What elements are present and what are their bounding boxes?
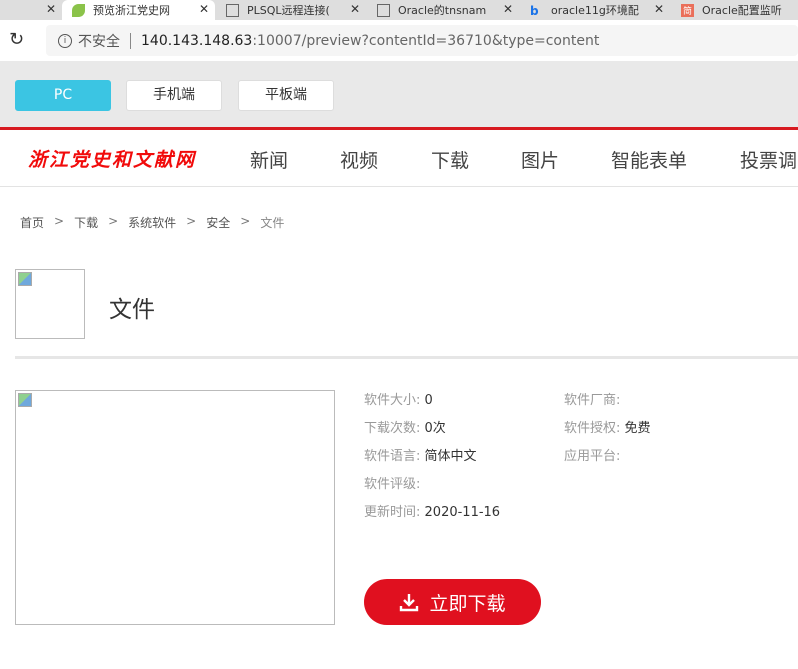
label: 应用平台: xyxy=(564,449,621,464)
close-icon[interactable]: ✕ xyxy=(46,2,56,16)
divider xyxy=(130,32,131,49)
close-icon[interactable]: ✕ xyxy=(199,2,209,16)
site-logo[interactable]: 浙江党史和文献网 xyxy=(28,145,196,172)
site-nav: 浙江党史和文献网 新闻 视频 下载 图片 智能表单 投票调 xyxy=(0,130,798,187)
label: 下载次数: xyxy=(364,421,421,436)
tab-oracle11g[interactable]: b oracle11g环境配 ✕ xyxy=(520,0,670,20)
file-icon-image xyxy=(15,269,85,339)
close-icon[interactable]: ✕ xyxy=(349,2,360,16)
url-host: 140.143.148.63 xyxy=(141,32,253,49)
breadcrumb-separator: > xyxy=(108,214,119,228)
tab-bar: ✕ 预览浙江党史网 ✕ PLSQL远程连接( ✕ Oracle的tnsnam ✕ bo… xyxy=(0,0,798,20)
device-tablet-button[interactable]: 平板端 xyxy=(238,80,334,111)
nav-vote[interactable]: 投票调 xyxy=(740,146,797,173)
label: 软件评级: xyxy=(364,477,421,492)
detail-size: 软件大小: 0 xyxy=(364,389,433,408)
breadcrumb-home[interactable]: 首页 xyxy=(20,214,44,231)
device-mobile-button[interactable]: 手机端 xyxy=(126,80,222,111)
breadcrumb-system-software[interactable]: 系统软件 xyxy=(128,214,176,231)
broken-image-icon xyxy=(18,393,32,407)
download-label: 立即下载 xyxy=(429,592,506,615)
detail-platform: 应用平台: xyxy=(564,445,620,464)
nav-images[interactable]: 图片 xyxy=(521,146,559,173)
url-path: :10007/preview?contentId=36710&type=cont… xyxy=(252,32,600,49)
page-title: 文件 xyxy=(109,297,155,323)
tab-title: PLSQL远程连接( xyxy=(247,4,330,17)
value: 简体中文 xyxy=(424,449,477,464)
detail-downloads: 下载次数: 0次 xyxy=(364,417,446,436)
tab-active[interactable]: 预览浙江党史网 ✕ xyxy=(62,0,215,20)
breadcrumb: 首页 > 下载 > 系统软件 > 安全 > 文件 xyxy=(20,214,294,231)
page-icon xyxy=(226,3,239,17)
value: 0次 xyxy=(424,421,446,436)
info-icon[interactable]: i xyxy=(58,33,72,48)
value: 免费 xyxy=(624,421,651,436)
tab-prev[interactable]: ✕ xyxy=(0,0,62,20)
tab-plsql[interactable]: PLSQL远程连接( ✕ xyxy=(216,0,366,20)
breadcrumb-download[interactable]: 下载 xyxy=(74,214,98,231)
label: 软件厂商: xyxy=(564,393,621,408)
jianshu-icon: 简 xyxy=(681,3,694,17)
tab-title: Oracle配置监听 xyxy=(702,4,782,17)
nav-news[interactable]: 新闻 xyxy=(250,146,288,173)
label: 软件语言: xyxy=(364,449,421,464)
breadcrumb-separator: > xyxy=(240,214,251,228)
device-pc-button[interactable]: PC xyxy=(15,80,111,111)
preview-image xyxy=(15,390,335,625)
label: 更新时间: xyxy=(364,505,421,520)
tab-title: Oracle的tnsnam xyxy=(398,4,487,17)
security-label: 不安全 xyxy=(78,33,120,50)
close-icon[interactable]: ✕ xyxy=(502,2,513,16)
detail-license: 软件授权: 免费 xyxy=(564,417,651,436)
breadcrumb-current: 文件 xyxy=(260,216,285,230)
value: 0 xyxy=(424,393,433,408)
leaf-icon xyxy=(72,3,85,17)
label: 软件授权: xyxy=(564,421,621,436)
detail-language: 软件语言: 简体中文 xyxy=(364,445,477,464)
nav-video[interactable]: 视频 xyxy=(340,146,378,173)
url-input[interactable]: i 不安全 140.143.148.63:10007/preview?conte… xyxy=(46,25,798,56)
value: 2020-11-16 xyxy=(424,505,501,520)
address-bar-row: ↻ i 不安全 140.143.148.63:10007/preview?con… xyxy=(0,20,798,61)
nav-download[interactable]: 下载 xyxy=(431,146,469,173)
bing-icon: b xyxy=(530,3,539,18)
breadcrumb-separator: > xyxy=(54,214,65,228)
tab-tnsnames[interactable]: Oracle的tnsnam ✕ xyxy=(367,0,519,20)
detail-rating: 软件评级: xyxy=(364,473,420,492)
detail-updated: 更新时间: 2020-11-16 xyxy=(364,501,500,520)
device-switcher: PC 手机端 平板端 xyxy=(0,61,798,130)
broken-image-icon xyxy=(18,272,32,286)
page-icon xyxy=(377,3,390,17)
divider xyxy=(15,356,798,359)
close-icon[interactable]: ✕ xyxy=(653,2,664,16)
tab-title: oracle11g环境配 xyxy=(551,4,639,17)
reload-icon[interactable]: ↻ xyxy=(9,29,24,50)
download-icon xyxy=(400,594,419,612)
detail-vendor: 软件厂商: xyxy=(564,389,620,408)
download-button[interactable]: 立即下载 xyxy=(364,579,541,625)
label: 软件大小: xyxy=(364,393,421,408)
breadcrumb-security[interactable]: 安全 xyxy=(206,214,230,231)
tab-listener[interactable]: 简 Oracle配置监听 xyxy=(671,0,798,20)
breadcrumb-separator: > xyxy=(186,214,197,228)
nav-smart-form[interactable]: 智能表单 xyxy=(611,146,687,173)
tab-title: 预览浙江党史网 xyxy=(93,4,170,17)
